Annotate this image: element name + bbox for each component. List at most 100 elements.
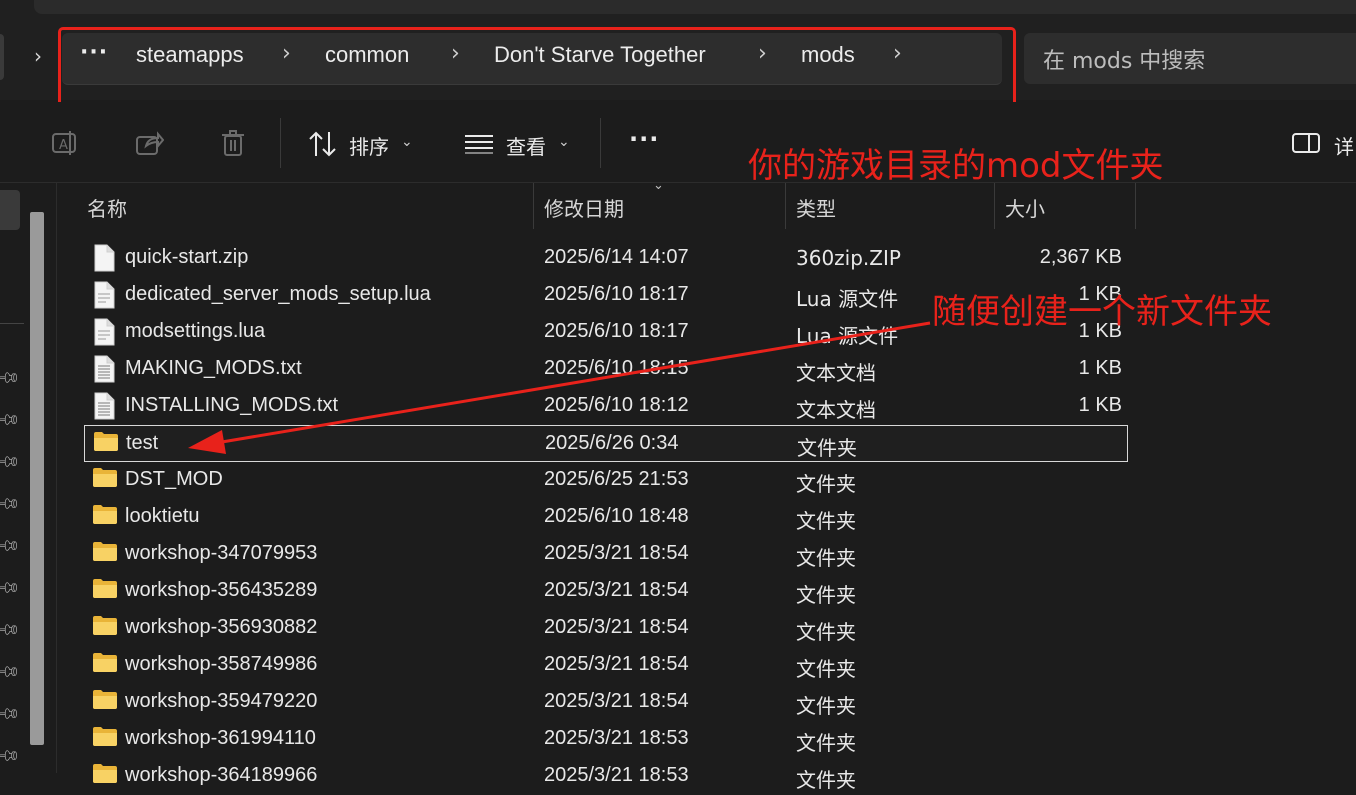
- file-type: 360zip.ZIP: [796, 246, 901, 270]
- nav-divider: [0, 323, 24, 324]
- file-type: 文件夹: [797, 436, 857, 460]
- table-row[interactable]: workshop-356930882 2025/3/21 18:54 文件夹: [84, 610, 1128, 647]
- chevron-right-icon[interactable]: ›: [34, 44, 42, 68]
- file-date: 2025/6/10 18:15: [544, 357, 689, 379]
- file-name: modsettings.lua: [125, 320, 266, 342]
- svg-text:A: A: [59, 138, 68, 153]
- view-button[interactable]: 查看: [506, 131, 546, 160]
- file-name: dedicated_server_mods_setup.lua: [125, 283, 431, 305]
- file-type: 文件夹: [796, 694, 856, 718]
- nav-scrollbar[interactable]: [30, 212, 44, 745]
- file-date: 2025/3/21 18:54: [544, 579, 689, 601]
- annotation-title: 你的游戏目录的mod文件夹: [748, 146, 1164, 186]
- table-row[interactable]: quick-start.zip 2025/6/14 14:07 360zip.ZIP…: [84, 240, 1128, 277]
- table-row[interactable]: INSTALLING_MODS.txt 2025/6/10 18:12 文本文档 1 …: [84, 388, 1128, 425]
- file-type: Lua 源文件: [796, 324, 899, 348]
- column-header-name[interactable]: 名称: [87, 193, 127, 222]
- table-row[interactable]: workshop-358749986 2025/3/21 18:54 文件夹: [84, 647, 1128, 684]
- table-row[interactable]: test 2025/6/26 0:34 文件夹: [84, 425, 1128, 462]
- folder-icon: [92, 725, 117, 753]
- toolbar-divider: [600, 118, 601, 168]
- file-type: 文本文档: [796, 361, 876, 385]
- text-file-icon: [92, 392, 116, 420]
- file-size: 2,367 KB: [1039, 246, 1122, 268]
- file-date: 2025/3/21 18:54: [544, 542, 689, 564]
- column-divider[interactable]: [994, 183, 995, 229]
- column-header-date[interactable]: 修改日期: [544, 193, 624, 222]
- file-date: 2025/6/10 18:12: [544, 394, 689, 416]
- file-type: 文件夹: [796, 472, 856, 496]
- column-header-type[interactable]: 类型: [796, 193, 836, 222]
- file-name: quick-start.zip: [125, 246, 249, 268]
- file-date: 2025/6/26 0:34: [545, 432, 679, 454]
- column-divider[interactable]: [1135, 183, 1136, 229]
- toolbar-divider: [280, 118, 281, 168]
- chevron-down-icon[interactable]: ⌄: [401, 134, 413, 150]
- file-name: DST_MOD: [125, 468, 223, 490]
- file-date: 2025/3/21 18:54: [544, 616, 689, 638]
- nav-selected-item[interactable]: [0, 190, 20, 230]
- file-date: 2025/6/10 18:17: [544, 320, 689, 342]
- details-pane-icon[interactable]: [1292, 132, 1320, 158]
- folder-icon: [92, 503, 117, 531]
- file-name: workshop-359479220: [125, 690, 318, 712]
- chevron-down-icon[interactable]: ⌄: [558, 134, 570, 150]
- table-row[interactable]: DST_MOD 2025/6/25 21:53 文件夹: [84, 462, 1128, 499]
- file-date: 2025/6/25 21:53: [544, 468, 689, 490]
- table-row[interactable]: workshop-359479220 2025/3/21 18:54 文件夹: [84, 684, 1128, 721]
- file-type: 文件夹: [796, 620, 856, 644]
- table-row[interactable]: workshop-364189966 2025/3/21 18:53 文件夹: [84, 758, 1128, 795]
- folder-icon: [92, 466, 117, 494]
- table-row[interactable]: looktietu 2025/6/10 18:48 文件夹: [84, 499, 1128, 536]
- lua-file-icon: [92, 281, 116, 309]
- file-name: workshop-358749986: [125, 653, 318, 675]
- folder-icon: [92, 651, 117, 679]
- rename-icon[interactable]: A: [50, 128, 80, 158]
- folder-icon: [92, 688, 117, 716]
- table-row[interactable]: workshop-347079953 2025/3/21 18:54 文件夹: [84, 536, 1128, 573]
- column-divider[interactable]: [785, 183, 786, 229]
- sort-icon[interactable]: [308, 130, 338, 162]
- more-options-button[interactable]: ···: [629, 125, 659, 153]
- file-size: 1 KB: [1078, 394, 1122, 416]
- table-row[interactable]: workshop-361994110 2025/3/21 18:53 文件夹: [84, 721, 1128, 758]
- file-type: 文件夹: [796, 583, 856, 607]
- sort-button[interactable]: 排序: [349, 131, 389, 160]
- tab-bar: [34, 0, 1356, 14]
- search-placeholder: 在 mods 中搜索: [1043, 49, 1206, 74]
- file-name: workshop-356930882: [125, 616, 318, 638]
- zip-file-icon: [92, 244, 116, 272]
- table-row[interactable]: MAKING_MODS.txt 2025/6/10 18:15 文本文档 1 KB: [84, 351, 1128, 388]
- file-type: 文件夹: [796, 657, 856, 681]
- file-date: 2025/3/21 18:54: [544, 653, 689, 675]
- delete-icon[interactable]: [218, 128, 248, 158]
- file-type: 文本文档: [796, 398, 876, 422]
- file-type: 文件夹: [796, 731, 856, 755]
- file-type: 文件夹: [796, 546, 856, 570]
- file-date: 2025/6/10 18:17: [544, 283, 689, 305]
- column-header-size[interactable]: 大小: [1005, 193, 1045, 222]
- file-date: 2025/6/14 14:07: [544, 246, 689, 268]
- file-type: 文件夹: [796, 768, 856, 792]
- details-button[interactable]: 详: [1334, 131, 1354, 160]
- file-name: workshop-364189966: [125, 764, 318, 786]
- file-name: workshop-347079953: [125, 542, 318, 564]
- view-icon[interactable]: [464, 134, 494, 158]
- file-date: 2025/3/21 18:54: [544, 690, 689, 712]
- table-row[interactable]: workshop-356435289 2025/3/21 18:54 文件夹: [84, 573, 1128, 610]
- folder-icon: [92, 540, 117, 568]
- file-type: Lua 源文件: [796, 287, 899, 311]
- folder-icon: [92, 577, 117, 605]
- file-name: looktietu: [125, 505, 200, 527]
- share-icon[interactable]: [134, 128, 165, 158]
- file-date: 2025/3/21 18:53: [544, 764, 689, 786]
- column-divider[interactable]: [533, 183, 534, 229]
- file-name: INSTALLING_MODS.txt: [125, 394, 339, 416]
- folder-icon: [93, 430, 118, 458]
- nav-button-stub[interactable]: [0, 34, 4, 80]
- file-size: 1 KB: [1078, 357, 1122, 379]
- file-date: 2025/6/10 18:48: [544, 505, 689, 527]
- annotation-hint: 随便创建一个新文件夹: [932, 292, 1272, 332]
- file-type: 文件夹: [796, 509, 856, 533]
- folder-icon: [92, 614, 117, 642]
